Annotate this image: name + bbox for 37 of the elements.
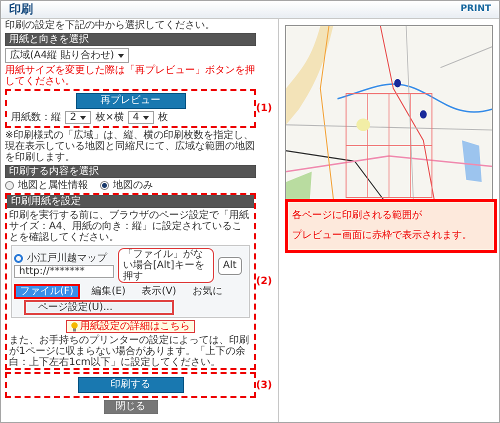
printer-note: また、お手持ちのプリンターの設定によっては、印刷が1ページに収まらない場合があります。「上下の余白：上下左右1cm以下」に設定してください。 xyxy=(8,335,250,368)
radio-option[interactable]: 地図と属性情報 xyxy=(5,180,88,191)
callout-bubble: 「ファイル」がない場合[Alt]キーを押す xyxy=(118,248,214,283)
caret-icon xyxy=(118,54,124,58)
print-link[interactable]: PRINT xyxy=(460,4,491,15)
count-label: 枚 xyxy=(158,112,168,123)
caret-icon xyxy=(143,116,150,120)
count-label: 枚×横 xyxy=(95,112,124,123)
warning-text: 用紙サイズを変更した際は「再プレビュー」ボタンを押してください。 xyxy=(5,65,256,87)
count-label: 用紙数：縦 xyxy=(11,112,61,123)
caret-icon xyxy=(80,116,86,120)
window-title: 印刷 xyxy=(9,4,33,15)
page-title: 小江戸川越マップ xyxy=(27,253,107,264)
paper-settings-link[interactable]: 用紙設定の詳細はこちら xyxy=(66,320,195,333)
preview-button[interactable]: 再プレビュー xyxy=(76,93,186,109)
size-select[interactable]: 広域(A4縦 貼り合わせ) xyxy=(5,48,130,63)
print-button[interactable]: 印刷する xyxy=(78,377,184,393)
section-heading: 印刷用紙を設定 xyxy=(7,195,254,208)
address-field: http://******* xyxy=(14,265,114,278)
rows-select[interactable]: 2 xyxy=(65,111,92,124)
scope-note: ※印刷様式の「広域」は、縦、横の印刷枚数を指定し、現在表示している地図と同縮尺にて、広域な範囲の地図を印刷します。 xyxy=(5,130,256,163)
lightbulb-icon xyxy=(71,322,78,332)
step-label: (2) xyxy=(256,276,274,287)
page-setup-item: ページ設定(U)... xyxy=(24,300,174,315)
section-heading: 用紙と向きを選択 xyxy=(5,33,256,46)
browser-icon xyxy=(14,254,23,263)
setup-text: 印刷を実行する前に、ブラウザのページ設定で「用紙サイズ：A4、用紙の向き：縦」に設定されていることを確認してください。 xyxy=(8,210,250,243)
callout-text: 各ページに印刷される範囲が xyxy=(292,210,423,222)
section-heading: 印刷する内容を選択 xyxy=(5,165,256,178)
step-label: (1) xyxy=(256,103,274,114)
alt-key: Alt xyxy=(218,256,242,274)
step-label: (3) xyxy=(256,380,274,390)
radio-option[interactable]: 地図のみ xyxy=(100,180,153,191)
columns-select[interactable]: 4 xyxy=(128,111,154,124)
intro-text: 印刷の設定を下記の中から選択してください。 xyxy=(5,20,216,31)
close-button[interactable]: 閉じる xyxy=(104,400,158,414)
callout-text: プレビュー画面に赤枠で表示されます。 xyxy=(292,230,473,242)
